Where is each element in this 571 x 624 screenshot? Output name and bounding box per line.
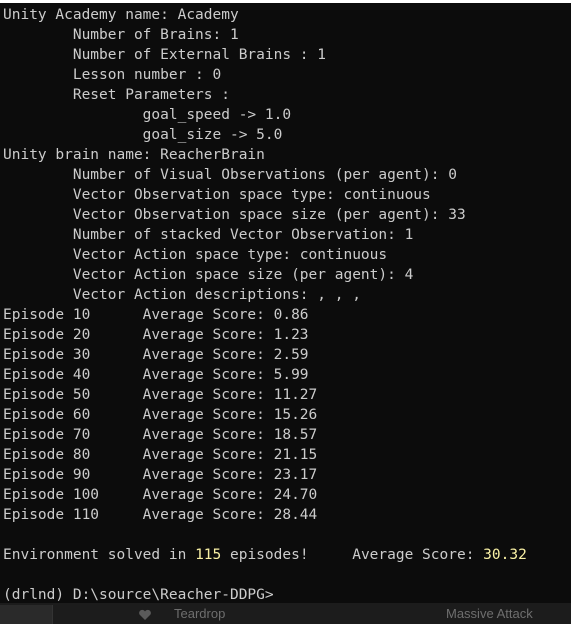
output-line: Vector Action descriptions: , , , [3, 287, 361, 303]
output-line: goal_size -> 5.0 [3, 127, 283, 143]
output-line: Vector Observation space size (per agent… [3, 207, 466, 223]
episode-line: Episode 110 Average Score: 28.44 [3, 507, 318, 523]
output-line: Reset Parameters : [3, 87, 230, 103]
media-taskbar: Teardrop Massive Attack [0, 603, 571, 624]
album-thumbnail[interactable] [0, 605, 53, 624]
solved-episodes: 115 [195, 547, 222, 563]
terminal-window[interactable]: Unity Academy name: Academy Number of Br… [0, 0, 571, 603]
output-line: Number of stacked Vector Observation: 1 [3, 227, 414, 243]
output-line: Unity Academy name: Academy [3, 7, 239, 23]
output-line: Vector Observation space type: continuou… [3, 187, 431, 203]
episode-line: Episode 50 Average Score: 11.27 [3, 387, 318, 403]
episode-line: Episode 90 Average Score: 23.17 [3, 467, 318, 483]
heart-icon[interactable] [138, 608, 152, 622]
episode-line: Episode 70 Average Score: 18.57 [3, 427, 318, 443]
solved-middle: episodes! Average Score: [221, 547, 484, 563]
output-line: Unity brain name: ReacherBrain [3, 147, 265, 163]
episode-line: Episode 60 Average Score: 15.26 [3, 407, 318, 423]
solved-prefix: Environment solved in [3, 547, 196, 563]
track-artist[interactable]: Massive Attack [446, 604, 533, 623]
track-title[interactable]: Teardrop [174, 604, 225, 623]
solved-score: 30.32 [483, 547, 527, 563]
command-prompt[interactable]: (drlnd) D:\source\Reacher-DDPG> [3, 585, 527, 605]
episode-line: Episode 30 Average Score: 2.59 [3, 347, 309, 363]
episode-line: Episode 10 Average Score: 0.86 [3, 307, 309, 323]
output-line: Number of External Brains : 1 [3, 47, 327, 63]
output-line: goal_speed -> 1.0 [3, 107, 292, 123]
output-line: Vector Action space type: continuous [3, 247, 388, 263]
output-line: Number of Visual Observations (per agent… [3, 167, 457, 183]
episode-line: Episode 80 Average Score: 21.15 [3, 447, 318, 463]
episode-line: Episode 20 Average Score: 1.23 [3, 327, 309, 343]
output-line: Vector Action space size (per agent): 4 [3, 267, 414, 283]
episode-line: Episode 40 Average Score: 5.99 [3, 367, 309, 383]
output-line: Lesson number : 0 [3, 67, 222, 83]
terminal-output: Unity Academy name: Academy Number of Br… [3, 5, 527, 605]
episode-line: Episode 100 Average Score: 24.70 [3, 487, 318, 503]
output-line: Number of Brains: 1 [3, 27, 239, 43]
solved-line: Environment solved in 115 episodes! Aver… [3, 545, 527, 565]
